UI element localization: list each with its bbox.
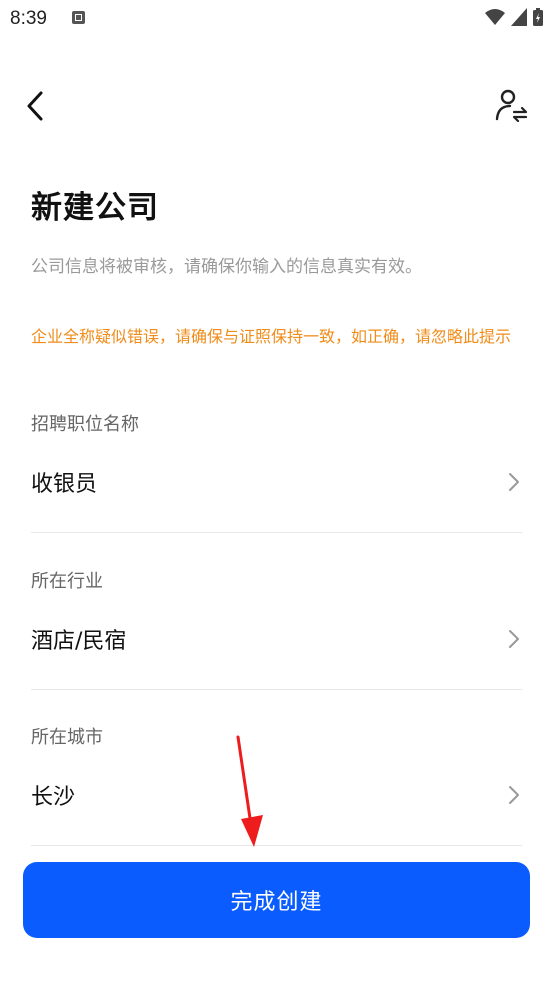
field-city: 所在城市 长沙 bbox=[31, 723, 522, 846]
field-label: 所在城市 bbox=[31, 727, 103, 748]
switch-identity-button[interactable] bbox=[495, 88, 529, 123]
field-value: 收银员 bbox=[31, 472, 98, 497]
warning-message: 企业全称疑似错误，请确保与证照保持一致，如正确，请忽略此提示 bbox=[31, 327, 512, 346]
divider bbox=[31, 845, 522, 846]
chevron-right-icon bbox=[509, 786, 519, 804]
wifi-icon bbox=[485, 9, 505, 25]
field-label: 招聘职位名称 bbox=[31, 414, 139, 435]
back-button[interactable] bbox=[22, 90, 50, 122]
field-position: 招聘职位名称 收银员 bbox=[31, 410, 522, 533]
chevron-right-icon bbox=[509, 473, 519, 491]
chevron-right-icon bbox=[509, 630, 519, 648]
divider bbox=[31, 532, 522, 533]
chevron-left-icon bbox=[27, 91, 43, 121]
notification-icon bbox=[72, 11, 85, 24]
divider bbox=[31, 689, 522, 690]
switch-identity-icon bbox=[495, 89, 528, 123]
battery-icon bbox=[533, 8, 543, 26]
field-label: 所在行业 bbox=[31, 571, 103, 592]
field-value: 酒店/民宿 bbox=[31, 629, 127, 654]
industry-select[interactable]: 酒店/民宿 bbox=[31, 623, 522, 663]
page-subtitle: 公司信息将被审核，请确保你输入的信息真实有效。 bbox=[31, 257, 422, 277]
position-select[interactable]: 收银员 bbox=[31, 466, 522, 506]
complete-create-button[interactable]: 完成创建 bbox=[23, 862, 530, 938]
status-time: 8:39 bbox=[10, 8, 47, 29]
status-bar: 8:39 bbox=[0, 0, 553, 38]
field-industry: 所在行业 酒店/民宿 bbox=[31, 567, 522, 690]
city-select[interactable]: 长沙 bbox=[31, 779, 522, 819]
status-icons bbox=[485, 8, 543, 26]
field-value: 长沙 bbox=[31, 785, 76, 810]
signal-icon bbox=[511, 8, 527, 26]
page-title: 新建公司 bbox=[31, 190, 159, 226]
